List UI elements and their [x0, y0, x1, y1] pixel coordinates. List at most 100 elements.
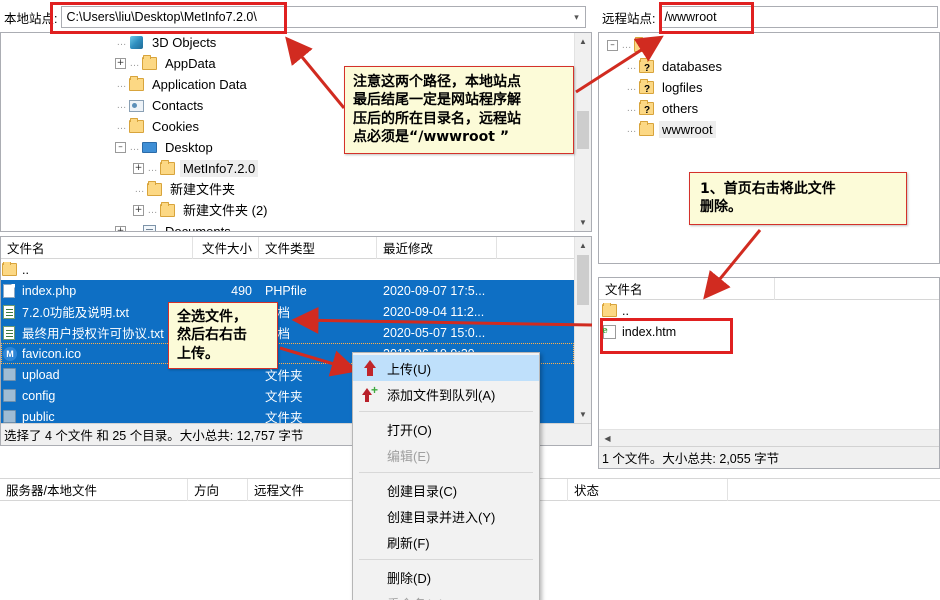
local-path-combobox[interactable]: C:\Users\liu\Desktop\MetInfo7.2.0\ ▾: [61, 6, 586, 28]
file-name-cell[interactable]: e index.htm: [599, 324, 799, 340]
file-name-cell[interactable]: 7.2.0功能及说明.txt: [1, 302, 193, 321]
file-name-label: config: [22, 388, 56, 403]
add-to-queue-icon: +: [357, 384, 383, 404]
remote-files-hscrollbar[interactable]: ◀: [599, 429, 939, 446]
file-row[interactable]: 7.2.0功能及说明.txt文档2020-09-04 11:2...: [1, 301, 574, 322]
local-tree-vscrollbar[interactable]: ▲ ▼: [574, 33, 591, 231]
column-header-modified[interactable]: 最近修改: [377, 236, 497, 259]
expand-icon[interactable]: +: [133, 163, 144, 174]
expand-icon[interactable]: +: [115, 226, 126, 231]
file-context-menu[interactable]: 上传(U) + 添加文件到队列(A) 打开(O) 编辑(E) 创建目录(C) 创建目录并进入…: [352, 352, 540, 600]
tree-item[interactable]: … 3D Objects: [1, 33, 574, 53]
file-name-cell[interactable]: Mfavicon.ico: [1, 346, 193, 362]
remote-directory-tree[interactable]: –……? databases…? logfiles…? others… wwwroot: [599, 33, 939, 263]
scroll-down-icon[interactable]: ▼: [575, 406, 591, 423]
remote-path-input[interactable]: /wwwroot: [660, 10, 937, 24]
menu-item[interactable]: + 添加文件到队列(A): [353, 381, 539, 407]
text-file-icon: [1, 304, 19, 320]
3d-objects-icon: [128, 35, 146, 51]
scroll-thumb[interactable]: [577, 111, 589, 149]
tree-item-label: Cookies: [152, 119, 199, 134]
scroll-left-icon[interactable]: ◀: [599, 434, 616, 443]
note-delete-line-2: 删除。: [700, 199, 742, 216]
collapse-icon[interactable]: –: [115, 142, 126, 153]
column-header-direction[interactable]: 方向: [188, 478, 248, 501]
remote-tree-panel: –……? databases…? logfiles…? others… wwwroot: [598, 32, 940, 264]
folder-question-icon: ?: [638, 99, 656, 117]
column-header-filename[interactable]: 文件名: [599, 277, 775, 300]
column-header-filetype[interactable]: 文件类型: [259, 236, 377, 259]
tree-item[interactable]: …? others: [599, 98, 939, 119]
folder-icon: [128, 117, 146, 135]
scroll-thumb[interactable]: [577, 255, 589, 305]
remote-file-list-body[interactable]: .. e index.htm: [599, 300, 939, 429]
tree-connector-icon: …: [626, 124, 637, 135]
menu-separator: [359, 472, 533, 473]
local-path-input[interactable]: C:\Users\liu\Desktop\MetInfo7.2.0\: [62, 10, 568, 24]
scroll-up-icon[interactable]: ▲: [575, 237, 591, 254]
remote-path-combobox[interactable]: /wwwroot: [659, 6, 938, 28]
column-header-filesize[interactable]: 文件大小: [193, 236, 259, 259]
menu-item: 重命名(R): [353, 590, 539, 600]
remote-file-list-header[interactable]: 文件名: [599, 277, 939, 300]
scroll-down-icon[interactable]: ▼: [575, 214, 591, 231]
file-name-cell[interactable]: ..: [1, 261, 193, 278]
file-name-cell[interactable]: 最终用户授权许可协议.txt: [1, 323, 193, 342]
menu-item[interactable]: 上传(U): [353, 355, 539, 381]
remote-site-label: 远程站点:: [602, 11, 656, 26]
file-row[interactable]: e index.htm: [599, 321, 939, 342]
scroll-up-icon[interactable]: ▲: [575, 33, 591, 50]
collapse-icon[interactable]: –: [607, 40, 618, 51]
note-selectall-line-1: 全选文件，: [177, 309, 247, 325]
file-modified-cell: 2020-05-07 15:0...: [383, 325, 486, 340]
tree-item[interactable]: +… MetInfo7.2.0: [1, 158, 574, 179]
tree-item[interactable]: …? databases: [599, 56, 939, 77]
tree-item-label: AppData: [165, 56, 216, 71]
tree-connector-icon: …: [626, 103, 637, 114]
menu-item[interactable]: 打开(O): [353, 416, 539, 442]
file-row[interactable]: ..: [599, 300, 939, 321]
expand-icon[interactable]: +: [115, 58, 126, 69]
menu-item: 编辑(E): [353, 442, 539, 468]
menu-item[interactable]: 删除(D): [353, 564, 539, 590]
column-header-status[interactable]: 状态: [568, 478, 728, 501]
file-row[interactable]: 最终用户授权许可协议.txt文档2020-05-07 15:0...: [1, 322, 574, 343]
upload-arrow-icon: [357, 358, 383, 378]
note-paths-line-3: 压后的所在目录名，远程站: [353, 110, 521, 127]
menu-item-icon-slot: [357, 593, 383, 600]
tree-item-label: Contacts: [152, 98, 204, 113]
remote-status-text: 1 个文件。大小总共: 2,055 字节: [602, 452, 780, 466]
menu-item[interactable]: 刷新(F): [353, 529, 539, 555]
file-name-cell[interactable]: index.php: [1, 283, 193, 299]
file-name-cell[interactable]: upload: [1, 367, 193, 383]
menu-item[interactable]: 创建目录(C): [353, 477, 539, 503]
file-row[interactable]: ..: [1, 259, 574, 280]
file-name-cell[interactable]: ..: [599, 302, 799, 319]
chevron-down-icon[interactable]: ▾: [568, 7, 585, 27]
tree-item[interactable]: –…: [599, 35, 939, 56]
file-row[interactable]: index.php 490 PHPfile 2020-09-07 17:5...: [1, 280, 574, 301]
note-paths-line-4: 点必须是“/wwwroot ”: [353, 129, 510, 146]
tree-item[interactable]: … 新建文件夹: [1, 179, 574, 200]
local-file-list-header[interactable]: 文件名 文件大小 文件类型 最近修改: [1, 236, 591, 259]
file-name-label: 7.2.0功能及说明.txt: [22, 306, 129, 320]
tree-item[interactable]: … wwwroot: [599, 119, 939, 140]
tree-item[interactable]: +… 新建文件夹 (2): [1, 200, 574, 221]
local-files-vscrollbar[interactable]: ▲ ▼: [574, 237, 591, 423]
column-header-filename[interactable]: 文件名: [1, 236, 193, 259]
tree-connector-icon: …: [116, 100, 127, 111]
note-paths-line-2: 最后结尾一定是网站程序解: [353, 92, 521, 109]
tree-item[interactable]: …? logfiles: [599, 77, 939, 98]
tree-item[interactable]: +… Documents: [1, 221, 574, 231]
folder-gray-icon: [1, 388, 19, 404]
text-file-icon: [1, 325, 19, 341]
file-name-cell[interactable]: config: [1, 388, 193, 404]
column-header-server-local-file[interactable]: 服务器/本地文件: [0, 478, 188, 501]
menu-separator: [359, 411, 533, 412]
file-name-cell[interactable]: public: [1, 409, 193, 424]
expand-icon[interactable]: +: [133, 205, 144, 216]
menu-item[interactable]: 创建目录并进入(Y): [353, 503, 539, 529]
folder-gray-icon: [1, 409, 19, 424]
file-size-cell: 490: [231, 283, 252, 298]
tree-connector-icon: …: [129, 58, 140, 69]
